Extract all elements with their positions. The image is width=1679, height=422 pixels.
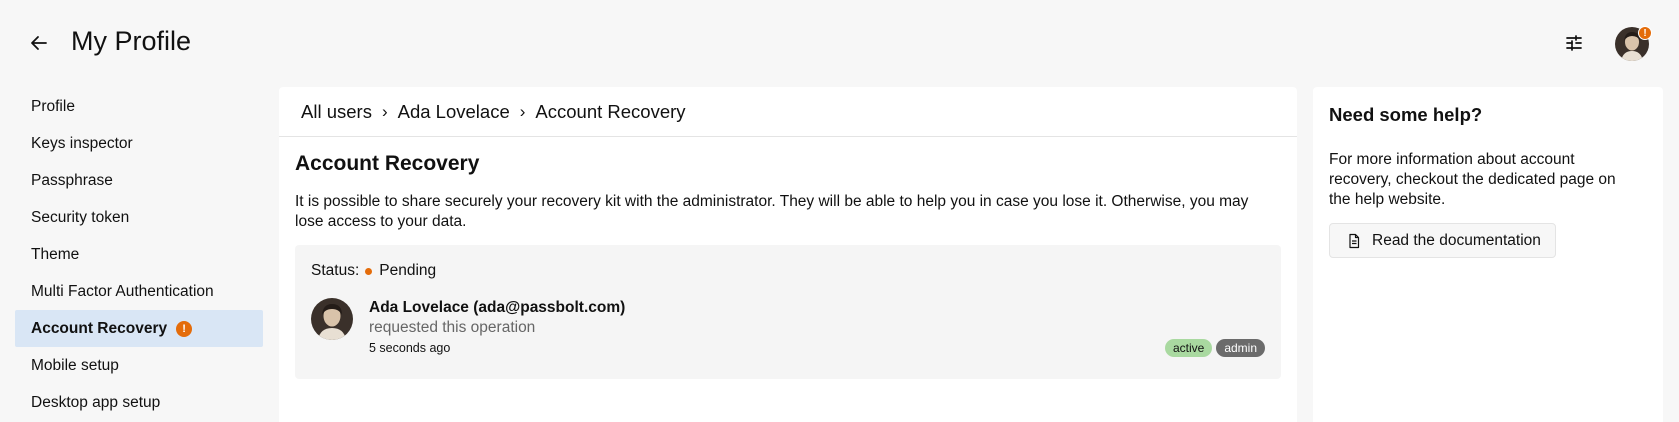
sidebar-item-label: Passphrase: [31, 171, 113, 189]
read-documentation-label: Read the documentation: [1372, 231, 1541, 249]
breadcrumb-all-users[interactable]: All users: [301, 101, 372, 123]
breadcrumb-user[interactable]: Ada Lovelace: [398, 101, 510, 123]
main-panel: All users › Ada Lovelace › Account Recov…: [279, 87, 1297, 422]
section-title: Account Recovery: [295, 152, 480, 175]
sidebar-item-mfa[interactable]: Multi Factor Authentication: [15, 273, 263, 310]
help-panel: Need some help? For more information abo…: [1313, 87, 1663, 422]
breadcrumb-current[interactable]: Account Recovery: [535, 101, 685, 123]
settings-button[interactable]: [1562, 31, 1586, 55]
notification-badge: !: [1638, 26, 1652, 40]
sidebar-item-passphrase[interactable]: Passphrase: [15, 162, 263, 199]
status-line: Status: Pending: [311, 262, 436, 280]
sidebar-item-keys-inspector[interactable]: Keys inspector: [15, 125, 263, 162]
requester-name: Ada Lovelace (ada@passbolt.com): [369, 299, 626, 316]
user-tags: active admin: [1164, 339, 1265, 357]
sidebar-item-label: Account Recovery: [31, 319, 168, 337]
section-description: It is possible to share securely your re…: [295, 193, 1249, 230]
role-badge-admin: admin: [1216, 339, 1265, 357]
sidebar-item-theme[interactable]: Theme: [15, 236, 263, 273]
requester-avatar: [311, 298, 353, 340]
help-title: Need some help?: [1329, 104, 1483, 125]
status-dot-icon: [365, 267, 373, 275]
status-label: Status:: [311, 262, 360, 279]
sidebar-item-label: Theme: [31, 245, 80, 263]
breadcrumb-separator: ›: [519, 101, 526, 121]
back-button[interactable]: [27, 31, 51, 55]
sidebar-item-security-token[interactable]: Security token: [15, 199, 263, 236]
breadcrumb: All users › Ada Lovelace › Account Recov…: [279, 87, 1297, 137]
status-badge-active: active: [1164, 339, 1213, 357]
read-documentation-button[interactable]: Read the documentation: [1329, 223, 1556, 258]
sidebar-item-label: Profile: [31, 97, 75, 115]
sidebar-item-desktop-app-setup[interactable]: Desktop app setup: [15, 384, 263, 421]
page-title: My Profile: [71, 26, 192, 56]
help-text: For more information about account recov…: [1329, 151, 1616, 208]
sidebar: Profile Keys inspector Passphrase Securi…: [15, 88, 263, 421]
sidebar-item-label: Multi Factor Authentication: [31, 282, 214, 300]
warning-icon: !: [176, 320, 193, 337]
account-recovery-section: Account Recovery It is possible to share…: [279, 137, 1297, 379]
breadcrumb-separator: ›: [381, 101, 388, 121]
sidebar-item-mobile-setup[interactable]: Mobile setup: [15, 347, 263, 384]
request-time: 5 seconds ago: [369, 341, 451, 355]
sidebar-item-label: Security token: [31, 208, 130, 226]
sidebar-item-account-recovery[interactable]: Account Recovery !: [15, 310, 263, 347]
status-value: Pending: [379, 262, 437, 279]
top-bar: My Profile !: [0, 0, 1679, 88]
sidebar-item-profile[interactable]: Profile: [15, 88, 263, 125]
sidebar-item-label: Desktop app setup: [31, 393, 161, 411]
user-avatar-button[interactable]: !: [1615, 26, 1652, 61]
sidebar-item-label: Mobile setup: [31, 356, 119, 374]
sidebar-item-label: Keys inspector: [31, 134, 133, 152]
arrow-left-icon: [31, 36, 47, 50]
document-icon: [1349, 233, 1360, 248]
status-card: Status: Pending Ada Lovelace (ada@passbo…: [295, 245, 1281, 379]
request-action: requested this operation: [369, 319, 536, 336]
sliders-icon: [1566, 35, 1582, 51]
